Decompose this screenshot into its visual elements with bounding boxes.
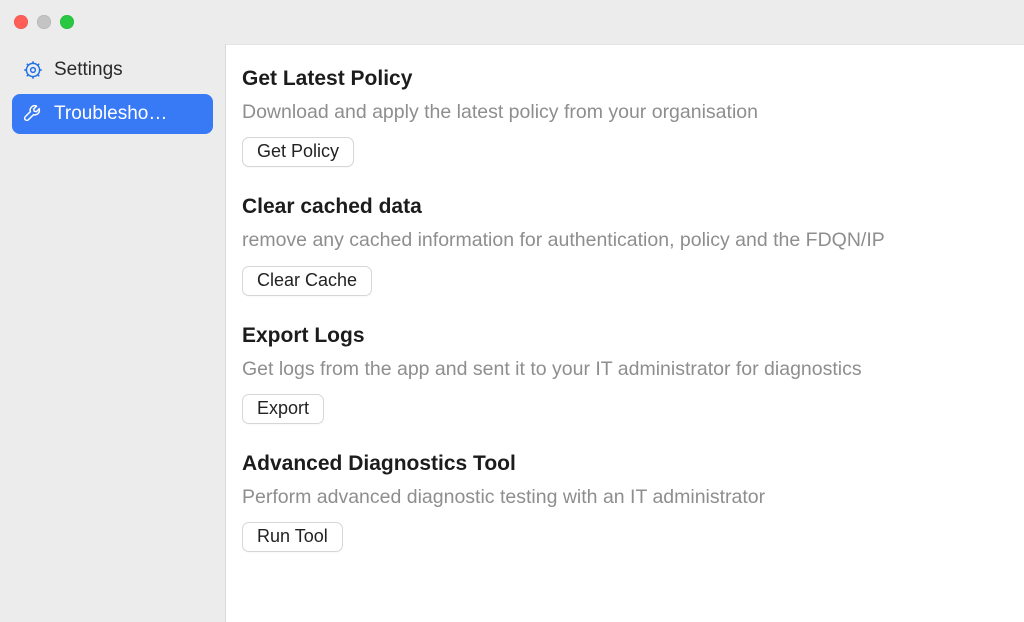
sidebar: Settings Troublesho… [0, 44, 226, 622]
sidebar-item-settings[interactable]: Settings [12, 50, 213, 90]
window-close-button[interactable] [14, 15, 28, 29]
section-title: Clear cached data [242, 195, 1004, 219]
section-description: Get logs from the app and sent it to you… [242, 356, 1004, 382]
gear-icon [22, 59, 44, 81]
export-logs-button[interactable]: Export [242, 394, 324, 424]
get-policy-button[interactable]: Get Policy [242, 137, 354, 167]
clear-cache-button[interactable]: Clear Cache [242, 266, 372, 296]
section-logs: Export Logs Get logs from the app and se… [242, 324, 1004, 424]
window-body: Settings Troublesho… Get Latest Policy D… [0, 44, 1024, 622]
section-description: Perform advanced diagnostic testing with… [242, 484, 1004, 510]
section-description: remove any cached information for authen… [242, 227, 1004, 253]
section-policy: Get Latest Policy Download and apply the… [242, 67, 1004, 167]
window-zoom-button[interactable] [60, 15, 74, 29]
section-cache: Clear cached data remove any cached info… [242, 195, 1004, 295]
wrench-icon [22, 103, 44, 125]
window-minimize-button[interactable] [37, 15, 51, 29]
sidebar-item-troubleshooting[interactable]: Troublesho… [12, 94, 213, 134]
section-title: Get Latest Policy [242, 67, 1004, 91]
section-description: Download and apply the latest policy fro… [242, 99, 1004, 125]
run-diagnostics-button[interactable]: Run Tool [242, 522, 343, 552]
section-title: Export Logs [242, 324, 1004, 348]
sidebar-item-label: Settings [54, 59, 123, 81]
section-title: Advanced Diagnostics Tool [242, 452, 1004, 476]
sidebar-item-label: Troublesho… [54, 103, 167, 125]
main-content: Get Latest Policy Download and apply the… [226, 44, 1024, 622]
window-titlebar [0, 0, 1024, 44]
section-diagnostics: Advanced Diagnostics Tool Perform advanc… [242, 452, 1004, 552]
